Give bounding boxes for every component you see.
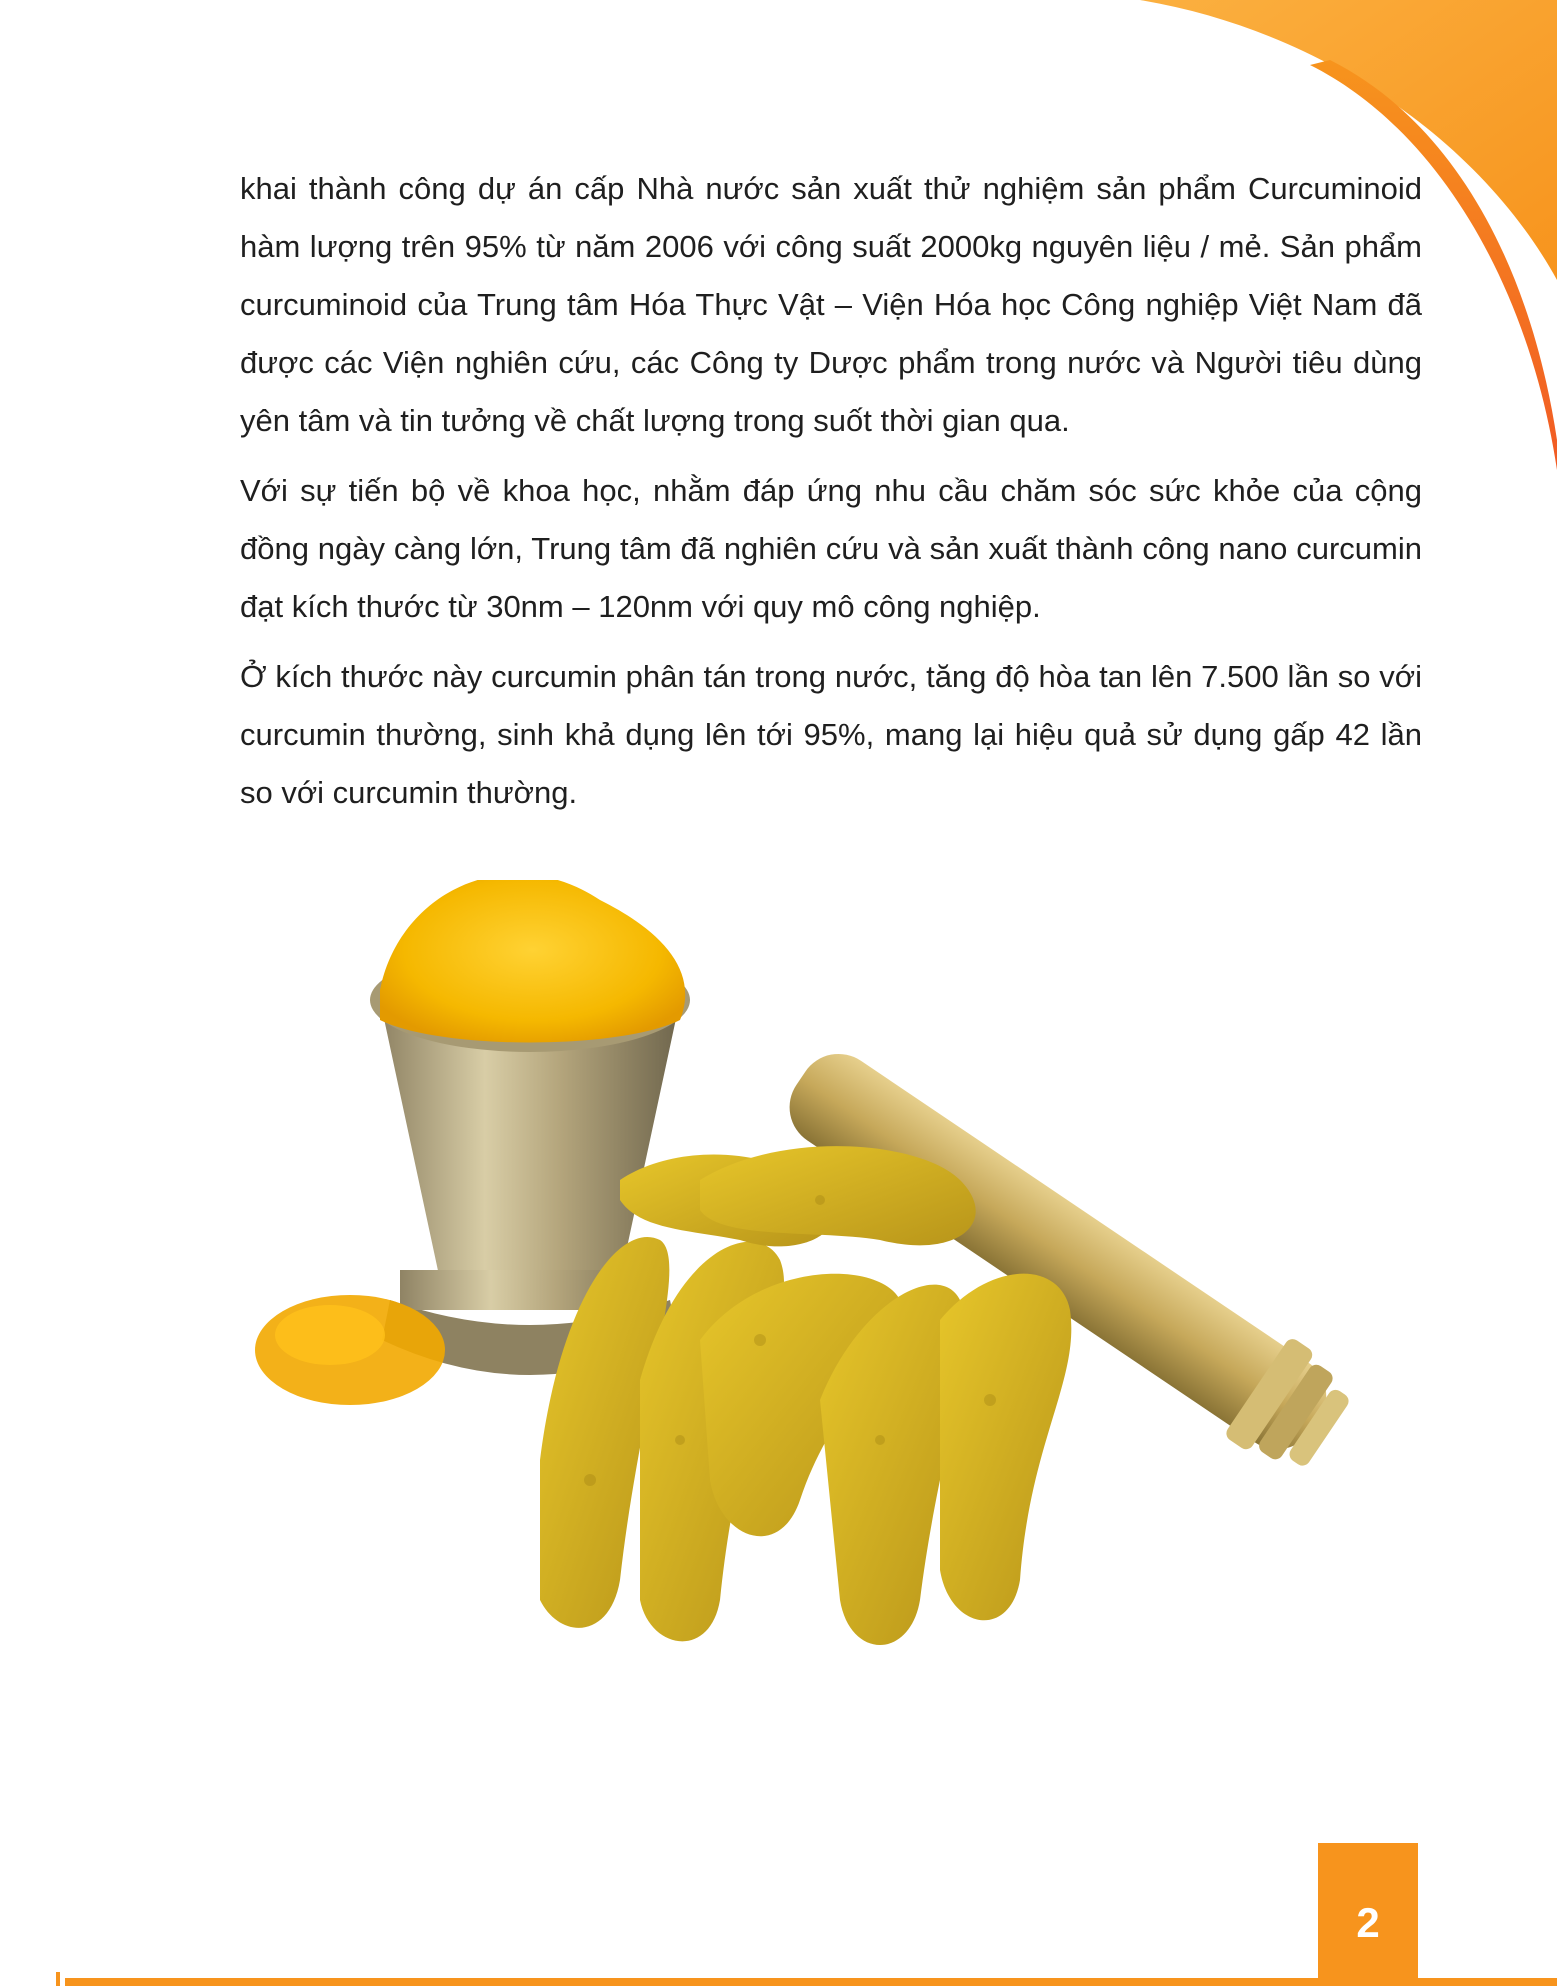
- paragraph-1: khai thành công dự án cấp Nhà nước sản x…: [240, 171, 1422, 438]
- body-text: khai thành công dự án cấp Nhà nước sản x…: [240, 160, 1422, 834]
- paragraph-2: Với sự tiến bộ về khoa học, nhằm đáp ứng…: [240, 473, 1422, 624]
- turmeric-mortar-photo: [255, 880, 1349, 1645]
- footer-rule: [65, 1978, 1557, 1986]
- footer-left-tick: [56, 1972, 60, 1986]
- page-number-box: 2: [1318, 1843, 1418, 1986]
- paragraph-3: Ở kích thước này curcumin phân tán trong…: [240, 659, 1422, 810]
- page-number: 2: [1356, 1898, 1380, 1946]
